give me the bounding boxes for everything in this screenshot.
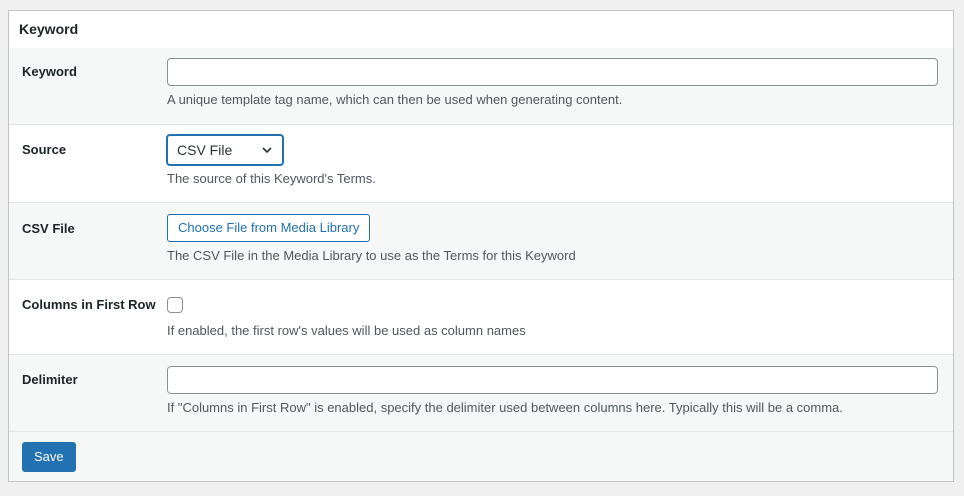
source-label: Source (22, 142, 67, 157)
choose-file-button[interactable]: Choose File from Media Library (167, 214, 371, 242)
source-select[interactable]: CSV File (167, 135, 283, 165)
csv-file-row: CSV File Choose File from Media Library … (9, 203, 953, 280)
delimiter-field-wrap: If "Columns in First Row" is enabled, sp… (167, 366, 938, 416)
source-select-value: CSV File (177, 142, 233, 158)
csv-file-label: CSV File (22, 221, 75, 236)
keyword-label: Keyword (22, 64, 77, 79)
source-row: Source CSV File The source of this Keywo… (9, 125, 953, 203)
save-button[interactable]: Save (22, 442, 76, 472)
columns-first-row-label: Columns in First Row (22, 297, 156, 312)
keyword-row: Keyword A unique template tag name, whic… (9, 48, 953, 125)
panel-title: Keyword (9, 11, 953, 48)
panel-footer: Save (9, 432, 953, 481)
delimiter-input[interactable] (167, 366, 938, 394)
keyword-input[interactable] (167, 58, 938, 86)
columns-first-row-description: If enabled, the first row's values will … (167, 323, 526, 338)
keyword-description: A unique template tag name, which can th… (167, 92, 623, 107)
delimiter-row: Delimiter If "Columns in First Row" is e… (9, 355, 953, 432)
chevron-down-icon (262, 147, 272, 154)
columns-first-row-checkbox[interactable] (167, 297, 183, 313)
delimiter-description: If "Columns in First Row" is enabled, sp… (167, 400, 843, 415)
delimiter-label: Delimiter (22, 372, 78, 387)
keyword-field-wrap: A unique template tag name, which can th… (167, 58, 938, 108)
source-field-wrap: CSV File The source of this Keyword's Te… (167, 135, 938, 187)
columns-first-row-row: Columns in First Row If enabled, the fir… (9, 280, 953, 355)
csv-file-field-wrap: Choose File from Media Library The CSV F… (167, 214, 938, 264)
csv-file-description: The CSV File in the Media Library to use… (167, 248, 576, 263)
columns-first-row-field-wrap: If enabled, the first row's values will … (167, 297, 938, 339)
source-description: The source of this Keyword's Terms. (167, 171, 376, 186)
keyword-settings-panel: Keyword Keyword A unique template tag na… (8, 10, 954, 482)
